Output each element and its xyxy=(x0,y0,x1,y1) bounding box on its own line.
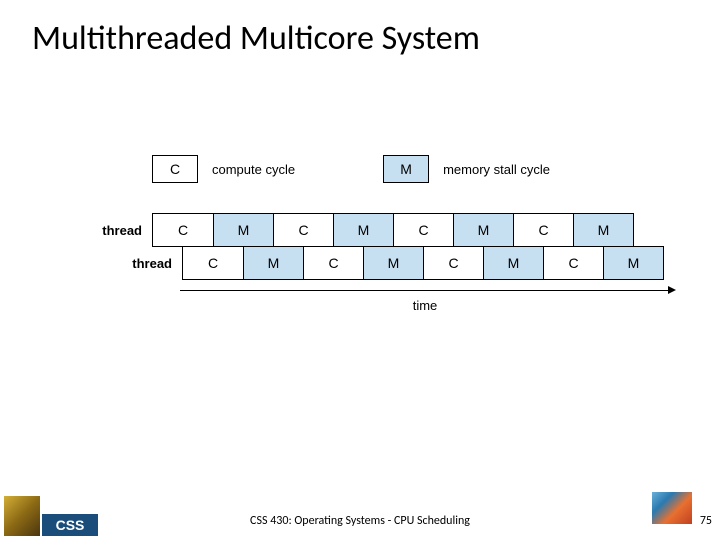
cell-m: M xyxy=(483,247,543,279)
slide-footer: CSS CSS 430: Operating Systems - CPU Sch… xyxy=(0,490,720,540)
slide-title: Multithreaded Multicore System xyxy=(0,0,720,59)
cell-m: M xyxy=(213,214,273,246)
page-number: 75 xyxy=(700,514,712,528)
css-logo: CSS xyxy=(42,514,98,536)
legend: C compute cycle M memory stall cycle xyxy=(152,155,670,183)
cell-c: C xyxy=(513,214,573,246)
book-logo xyxy=(652,492,692,524)
arrow-right-icon xyxy=(668,286,676,294)
legend-c-text: compute cycle xyxy=(212,162,295,177)
thread-label-1: thread xyxy=(80,223,152,238)
uwb-logo xyxy=(4,496,40,536)
cell-m: M xyxy=(603,247,663,279)
legend-m-text: memory stall cycle xyxy=(443,162,550,177)
cell-c: C xyxy=(423,247,483,279)
legend-m-box: M xyxy=(383,155,429,183)
axis-label: time xyxy=(413,298,438,313)
thread-label-2: thread xyxy=(110,256,182,271)
cell-c: C xyxy=(183,247,243,279)
cell-m: M xyxy=(363,247,423,279)
thread-track-1: C M C M C M C M xyxy=(152,213,634,247)
cell-c: C xyxy=(303,247,363,279)
cell-m: M xyxy=(243,247,303,279)
cell-m: M xyxy=(333,214,393,246)
thread-track-2: C M C M C M C M xyxy=(182,246,664,280)
axis-line xyxy=(180,290,670,291)
thread-row-2: thread C M C M C M C M xyxy=(110,246,670,280)
time-axis: time xyxy=(180,290,670,320)
thread-row-1: thread C M C M C M C M xyxy=(80,213,670,247)
cell-c: C xyxy=(273,214,333,246)
legend-c-box: C xyxy=(152,155,198,183)
footer-text: CSS 430: Operating Systems - CPU Schedul… xyxy=(250,514,470,528)
cell-m: M xyxy=(573,214,633,246)
cell-c: C xyxy=(153,214,213,246)
cell-c: C xyxy=(543,247,603,279)
cell-m: M xyxy=(453,214,513,246)
thread-diagram: C compute cycle M memory stall cycle thr… xyxy=(80,155,670,320)
cell-c: C xyxy=(393,214,453,246)
